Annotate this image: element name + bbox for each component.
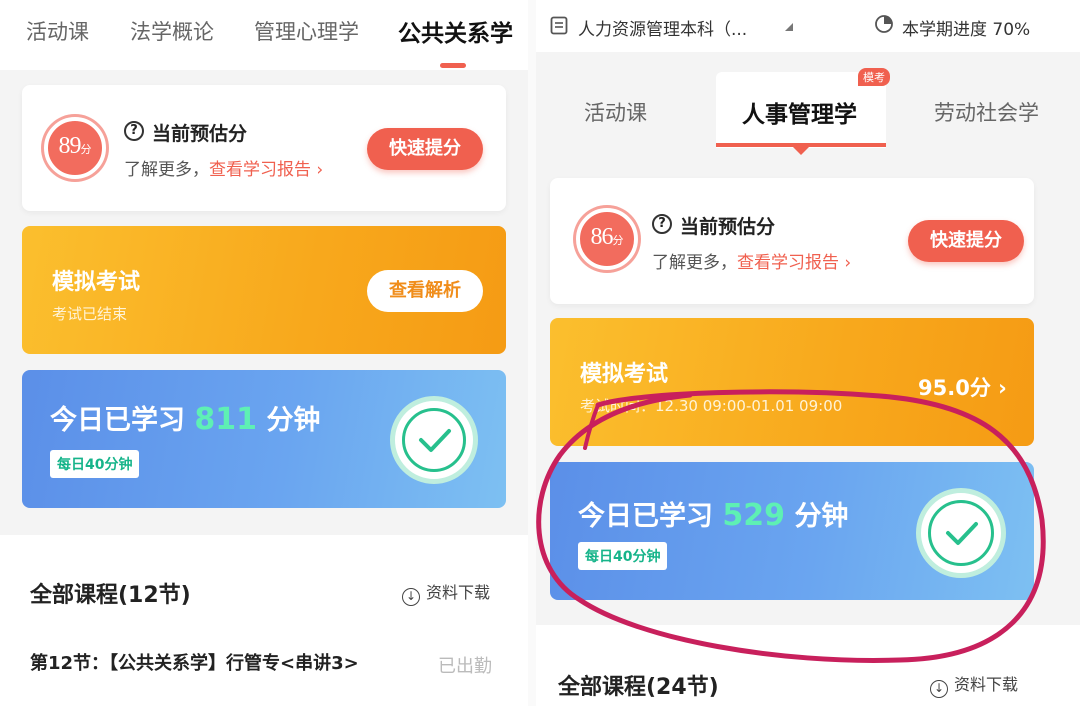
checkmark-icon <box>916 488 1006 578</box>
daily-goal-tag: 每日40分钟 <box>50 450 140 478</box>
score-subtitle-prefix: 了解更多， <box>124 160 209 180</box>
panel-divider <box>528 0 536 706</box>
download-label: 资料下载 <box>426 583 491 602</box>
daily-goal-tag-right: 每日40分钟 <box>578 542 668 570</box>
study-suffix: 分钟 <box>266 405 321 436</box>
left-screenshot: 活动课 法学概论 管理心理学 公共关系学 89分 ? 当前预估分 了解更多，查看… <box>0 0 528 706</box>
pie-progress-icon <box>875 15 893 33</box>
study-time-text-right: 今日已学习 529 分钟 <box>578 494 848 533</box>
semester-progress: 本学期进度 70% <box>902 20 1031 40</box>
attendance-status: 已出勤 <box>438 656 492 677</box>
download-materials-link-right[interactable]: ↓ 资料下载 <box>930 671 1018 698</box>
study-time-text: 今日已学习 811 分钟 <box>50 398 320 437</box>
calendar-icon <box>550 16 568 35</box>
study-minutes-right: 529 <box>722 498 786 533</box>
course-selector[interactable]: 人力资源管理本科（... <box>578 15 747 40</box>
mock-exam-card-right[interactable]: 模拟考试 考试时间：12.30 09:00-01.01 09:00 95.0分 … <box>550 318 1034 446</box>
study-minutes: 811 <box>194 402 258 437</box>
score-subtitle-right: 了解更多，查看学习报告 › <box>652 248 851 273</box>
daily-study-card-right: 今日已学习 529 分钟 每日40分钟 <box>550 462 1034 600</box>
study-report-link[interactable]: 查看学习报告 › <box>209 160 323 180</box>
score-unit-right: 分 <box>612 234 624 247</box>
tab-management-psychology[interactable]: 管理心理学 <box>254 16 359 46</box>
tab-public-relations[interactable]: 公共关系学 <box>398 14 513 48</box>
course-list-right: 全部课程(24节) ↓ 资料下载 <box>536 625 1080 706</box>
tab-labor-sociology[interactable]: 劳动社会学 <box>934 97 1039 127</box>
score-unit: 分 <box>80 143 92 156</box>
study-prefix-right: 今日已学习 <box>578 501 713 532</box>
study-suffix-right: 分钟 <box>794 501 849 532</box>
mock-exam-time: 考试时间：12.30 09:00-01.01 09:00 <box>580 397 843 415</box>
quick-improve-button-right[interactable]: 快速提分 <box>908 220 1024 262</box>
tab-pointer <box>792 146 810 155</box>
score-title-right: 当前预估分 <box>680 216 776 238</box>
top-bar: 人力资源管理本科（... 本学期进度 70% <box>536 0 1080 52</box>
course-tabs: 活动课 法学概论 管理心理学 公共关系学 <box>0 0 528 70</box>
estimated-score-card-right: 86分 ? 当前预估分 了解更多，查看学习报告 › 快速提分 <box>550 178 1034 304</box>
score-subtitle-prefix-right: 了解更多， <box>652 253 737 273</box>
mock-exam-card[interactable]: 模拟考试 考试已结束 查看解析 <box>22 226 506 354</box>
score-value: 89 <box>58 133 82 159</box>
score-value-right: 86 <box>590 224 614 250</box>
download-label-right: 资料下载 <box>954 675 1019 694</box>
all-courses-title-right: 全部课程(24节) <box>558 675 719 700</box>
tab-personnel-management[interactable]: 人事管理学 <box>742 95 857 129</box>
active-tab-indicator <box>440 63 466 68</box>
mock-exam-badge: 模考 <box>858 68 890 86</box>
download-icon: ↓ <box>930 680 948 698</box>
lesson-item[interactable]: 第12节：【公共关系学】行管专<串讲3> <box>30 650 390 678</box>
score-badge-right: 86分 <box>576 208 638 270</box>
mock-exam-title: 模拟考试 <box>52 270 141 295</box>
all-courses-title: 全部课程(12节) <box>30 583 191 608</box>
score-subtitle: 了解更多，查看学习报告 › <box>124 155 323 180</box>
mock-exam-title-right: 模拟考试 <box>580 362 669 387</box>
tab-law-intro[interactable]: 法学概论 <box>130 16 214 46</box>
tab-activity[interactable]: 活动课 <box>26 16 89 46</box>
question-circle-icon[interactable]: ? <box>124 121 144 141</box>
study-prefix: 今日已学习 <box>50 405 185 436</box>
mock-exam-status: 考试已结束 <box>52 305 128 323</box>
daily-study-card: 今日已学习 811 分钟 每日40分钟 <box>22 370 506 508</box>
download-materials-link[interactable]: ↓ 资料下载 <box>402 579 490 606</box>
estimated-score-card: 89分 ? 当前预估分 了解更多，查看学习报告 › 快速提分 <box>22 85 506 211</box>
tab-activity-right[interactable]: 活动课 <box>584 97 647 127</box>
checkmark-icon <box>390 396 478 484</box>
course-tabs-right: 活动课 人事管理学 模考 劳动社会学 <box>536 52 1080 155</box>
view-analysis-button[interactable]: 查看解析 <box>367 270 483 312</box>
chevron-down-icon[interactable] <box>784 22 794 32</box>
study-report-link-right[interactable]: 查看学习报告 › <box>737 253 851 273</box>
right-screenshot: 人力资源管理本科（... 本学期进度 70% 活动课 人事管理学 模考 劳动社会… <box>536 0 1080 706</box>
course-list: 全部课程(12节) ↓ 资料下载 第12节：【公共关系学】行管专<串讲3> 已出勤 <box>0 535 528 706</box>
mock-exam-score[interactable]: 95.0分 › <box>918 372 1007 402</box>
question-circle-icon[interactable]: ? <box>652 214 672 234</box>
download-icon: ↓ <box>402 588 420 606</box>
score-title: 当前预估分 <box>152 123 248 145</box>
score-badge: 89分 <box>44 117 106 179</box>
quick-improve-button[interactable]: 快速提分 <box>367 128 483 170</box>
